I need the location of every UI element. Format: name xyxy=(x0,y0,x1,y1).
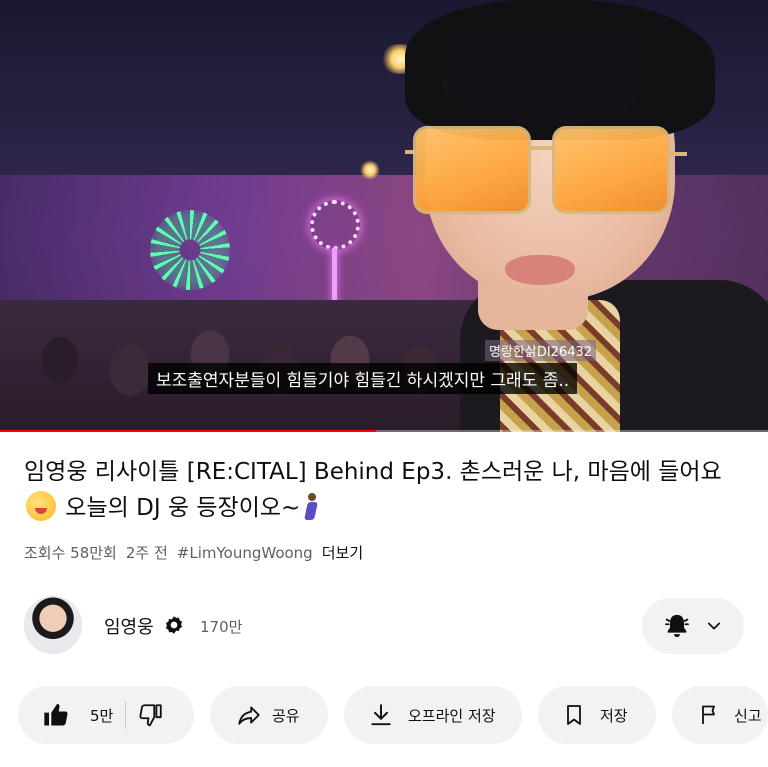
upload-age: 2주 전 xyxy=(125,544,168,562)
channel-name[interactable]: 임영웅 xyxy=(104,613,154,639)
action-bar: 5만 공유 오프라인 저장 저장 신고 xyxy=(18,686,768,746)
progress-bar[interactable] xyxy=(0,430,768,432)
save-label: 저장 xyxy=(600,706,628,725)
thumbs-up-icon xyxy=(44,703,68,726)
like-count: 5만 xyxy=(90,706,114,725)
channel-avatar[interactable] xyxy=(24,596,82,654)
ceiling-light xyxy=(360,160,380,180)
video-subtitle: 보조출연자분들이 힘들기야 힘들긴 하시겠지만 그래도 좀.. xyxy=(148,363,578,394)
sunglasses-temple xyxy=(405,150,419,154)
offline-save-button[interactable]: 오프라인 저장 xyxy=(344,686,522,744)
sunglasses-temple xyxy=(667,152,687,156)
like-divider xyxy=(125,701,127,729)
dancer-emoji-icon xyxy=(300,491,322,521)
subscriber-count: 170만 xyxy=(200,618,243,636)
like-dislike-chip: 5만 xyxy=(18,686,194,744)
view-count: 조회수 58만회 xyxy=(24,544,117,562)
sunglasses-right-lens xyxy=(552,126,670,214)
share-button[interactable]: 공유 xyxy=(210,686,328,744)
share-icon xyxy=(238,706,260,725)
bell-icon xyxy=(665,614,689,638)
person-lips xyxy=(505,255,575,285)
progress-bar-fill xyxy=(0,430,377,432)
hashtag-link[interactable]: #LimYoungWoong xyxy=(177,544,313,562)
chevron-down-icon xyxy=(707,622,721,630)
more-link[interactable]: 더보기 xyxy=(322,544,363,562)
neon-ring-decoration xyxy=(310,200,360,250)
like-button[interactable] xyxy=(42,701,70,729)
dislike-button[interactable] xyxy=(138,702,164,728)
neon-burst-decoration xyxy=(150,210,230,290)
video-player[interactable]: 명랑한삵DI26432 보조출연자분들이 힘들기야 힘들긴 하시겠지만 그래도 … xyxy=(0,0,768,432)
video-title[interactable]: 임영웅 리사이틀 [RE:CITAL] Behind Ep3. 촌스러운 나, … xyxy=(24,454,724,526)
flag-icon xyxy=(702,705,715,724)
sunglasses-bridge xyxy=(528,146,554,150)
verified-icon xyxy=(165,616,183,634)
video-title-text: 임영웅 리사이틀 [RE:CITAL] Behind Ep3. 촌스러운 나, … xyxy=(24,459,722,485)
channel-row: 임영웅 170만 xyxy=(24,596,744,656)
smiling-face-emoji-icon xyxy=(26,491,56,521)
download-icon xyxy=(371,704,391,726)
bookmark-icon xyxy=(567,705,581,725)
report-button[interactable]: 신고 xyxy=(672,686,768,744)
report-label: 신고 xyxy=(734,706,762,725)
video-meta[interactable]: 조회수 58만회 2주 전 #LimYoungWoong 더보기 xyxy=(24,542,372,563)
video-title-text-2: 오늘의 DJ 웅 등장이오~ xyxy=(58,495,301,521)
save-button[interactable]: 저장 xyxy=(538,686,656,744)
sunglasses-left-lens xyxy=(413,126,531,214)
video-watermark: 명랑한삵DI26432 xyxy=(485,340,597,361)
notification-button[interactable] xyxy=(642,598,744,654)
thumbs-down-icon xyxy=(139,704,163,727)
offline-save-label: 오프라인 저장 xyxy=(408,706,496,725)
share-label: 공유 xyxy=(272,706,300,725)
